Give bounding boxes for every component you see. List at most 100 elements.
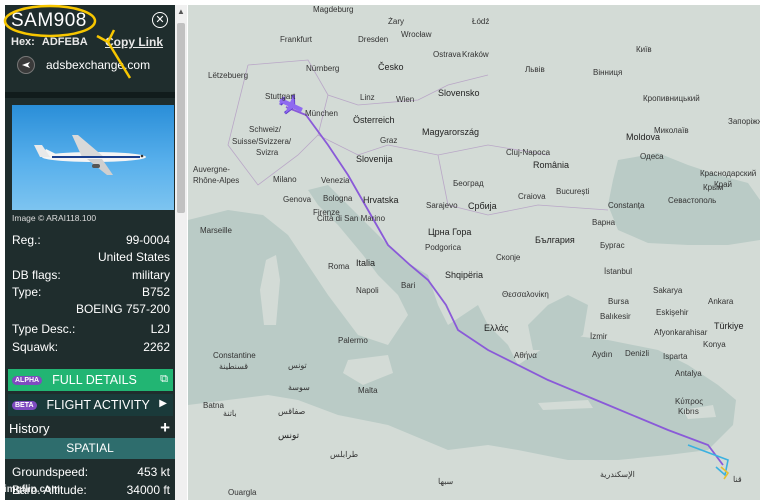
- info-key: Squawk:: [12, 340, 59, 354]
- close-button[interactable]: ✕: [152, 12, 168, 28]
- scroll-up-icon[interactable]: ▲: [175, 7, 187, 16]
- map-label: Sakarya: [653, 286, 683, 295]
- map-label: Marseille: [200, 226, 233, 235]
- map-label: București: [556, 187, 590, 196]
- full-details-button[interactable]: ALPHA FULL DETAILS ⧉: [8, 369, 173, 391]
- map-label: Napoli: [356, 286, 379, 295]
- aircraft-photo[interactable]: [12, 105, 174, 210]
- image-credit[interactable]: Image © ARAI118.100: [12, 213, 96, 223]
- map-label: Italia: [356, 258, 376, 268]
- map-label: تونس: [288, 361, 307, 370]
- map-label: Бургас: [600, 241, 625, 250]
- history-section-header[interactable]: History +: [5, 418, 175, 438]
- map-label: Sarajevo: [426, 201, 458, 210]
- baro-altitude-value: 34000 ft: [126, 483, 170, 497]
- map-view[interactable]: Magdeburg Żary Łódź Frankfurt Dresden Wr…: [188, 5, 760, 500]
- info-key: DB flags:: [12, 268, 61, 282]
- map-label: Konya: [703, 340, 726, 349]
- map-label: Aydın: [592, 350, 613, 359]
- map-label: الإسكندرية: [600, 470, 635, 479]
- map-label: Hrvatska: [363, 195, 399, 205]
- aircraft-info-panel: SAM908 ✕ Hex: ADFEBA Copy Link adsbexcha…: [5, 5, 175, 500]
- map-label: Città di San Marino: [317, 214, 386, 223]
- map-label: Graz: [380, 136, 398, 145]
- watermark: imgflip.com: [4, 484, 61, 495]
- map-label: Bari: [401, 281, 416, 290]
- map-label: Rhône-Alpes: [193, 176, 240, 185]
- spatial-header[interactable]: SPATIAL: [5, 438, 175, 459]
- map-label: Ostrava: [433, 50, 462, 59]
- map-label: Türkiye: [714, 321, 744, 331]
- map-label: Batna: [203, 401, 224, 410]
- map-label: Ελλάς: [484, 323, 509, 333]
- scrollbar-thumb[interactable]: [177, 23, 185, 213]
- info-value: BOEING 757-200: [75, 302, 170, 316]
- copy-link[interactable]: Copy Link: [105, 35, 163, 49]
- info-value: L2J: [150, 322, 170, 336]
- map-label: Frankfurt: [280, 35, 313, 44]
- map-label: Θεσσαλονίκη: [502, 290, 549, 299]
- map-label: Auvergne-: [193, 165, 230, 174]
- flight-activity-label: FLIGHT ACTIVITY: [46, 398, 150, 412]
- map-label: سبها: [438, 477, 454, 486]
- map-label: Wrocław: [401, 30, 432, 39]
- map-label: Roma: [328, 262, 350, 271]
- map-label: Ouargla: [228, 488, 257, 497]
- map-label: Αθήνα: [514, 351, 537, 360]
- map-label: Cluj-Napoca: [506, 148, 551, 157]
- map-label: Скопје: [496, 253, 521, 262]
- groundspeed-value: 453 kt: [137, 465, 170, 479]
- map-label: Venezia: [321, 176, 350, 185]
- alpha-tag: ALPHA: [12, 375, 43, 385]
- info-key: Type Desc.:: [12, 322, 76, 336]
- map-label: Bursa: [608, 297, 629, 306]
- map-label: Eskişehir: [656, 308, 689, 317]
- map-label: Wien: [396, 95, 415, 104]
- map-label: Craiova: [518, 192, 546, 201]
- map-label: قسنطينة: [219, 362, 249, 371]
- info-key: Type:: [12, 285, 42, 299]
- map-label: Кропивницький: [643, 94, 700, 103]
- map-label: Миколаїв: [654, 126, 689, 135]
- map-label: Österreich: [353, 115, 395, 125]
- map-label: Београд: [453, 179, 484, 188]
- map-label: İzmir: [590, 332, 608, 341]
- info-value: United States: [97, 250, 170, 264]
- hex-label: Hex:: [11, 36, 35, 48]
- map-label: Česko: [378, 62, 404, 72]
- map-label: Genova: [283, 195, 312, 204]
- map-label: Schweiz/: [249, 125, 282, 134]
- map-label: Stuttgart: [265, 92, 296, 101]
- groundspeed-label: Groundspeed:: [12, 465, 89, 479]
- close-icon: ✕: [155, 14, 165, 26]
- hex-value: ADFEBA: [41, 36, 88, 48]
- map-label: Milano: [273, 175, 297, 184]
- map-label: Shqipëria: [445, 270, 484, 280]
- map-label: Slovenija: [356, 154, 393, 164]
- map-label: Żary: [388, 17, 404, 26]
- map-label: Kıbrıs: [678, 407, 699, 416]
- panel-scrollbar[interactable]: ▲: [175, 5, 187, 500]
- map-label: Львів: [525, 65, 545, 74]
- flight-activity-button[interactable]: BETA FLIGHT ACTIVITY ▶: [8, 394, 173, 416]
- adsbexchange-logo-icon: [17, 56, 35, 74]
- map-label: München: [305, 109, 338, 118]
- info-value: 99-0004: [125, 233, 170, 247]
- map-label: Lëtzebuerg: [208, 71, 249, 80]
- map-label: Краснодарский: [700, 169, 757, 178]
- map-label: Balıkesir: [600, 312, 631, 321]
- map-label: Malta: [358, 386, 378, 395]
- map-label: Nürnberg: [306, 64, 340, 73]
- map-label: Запоріжжя: [728, 117, 760, 126]
- adsbexchange-link[interactable]: adsbexchange.com: [17, 56, 150, 74]
- spatial-label: SPATIAL: [66, 441, 114, 455]
- map-label: طرابلس: [330, 450, 359, 459]
- map-label: قنا: [733, 475, 742, 484]
- map-label: Црна Гора: [428, 227, 472, 237]
- info-key: Reg.:: [12, 233, 41, 247]
- info-value: 2262: [143, 340, 170, 354]
- beta-tag: BETA: [12, 400, 37, 410]
- map-label: Ankara: [708, 297, 734, 306]
- map-label: Dresden: [358, 35, 389, 44]
- map-label: Constanța: [608, 201, 645, 210]
